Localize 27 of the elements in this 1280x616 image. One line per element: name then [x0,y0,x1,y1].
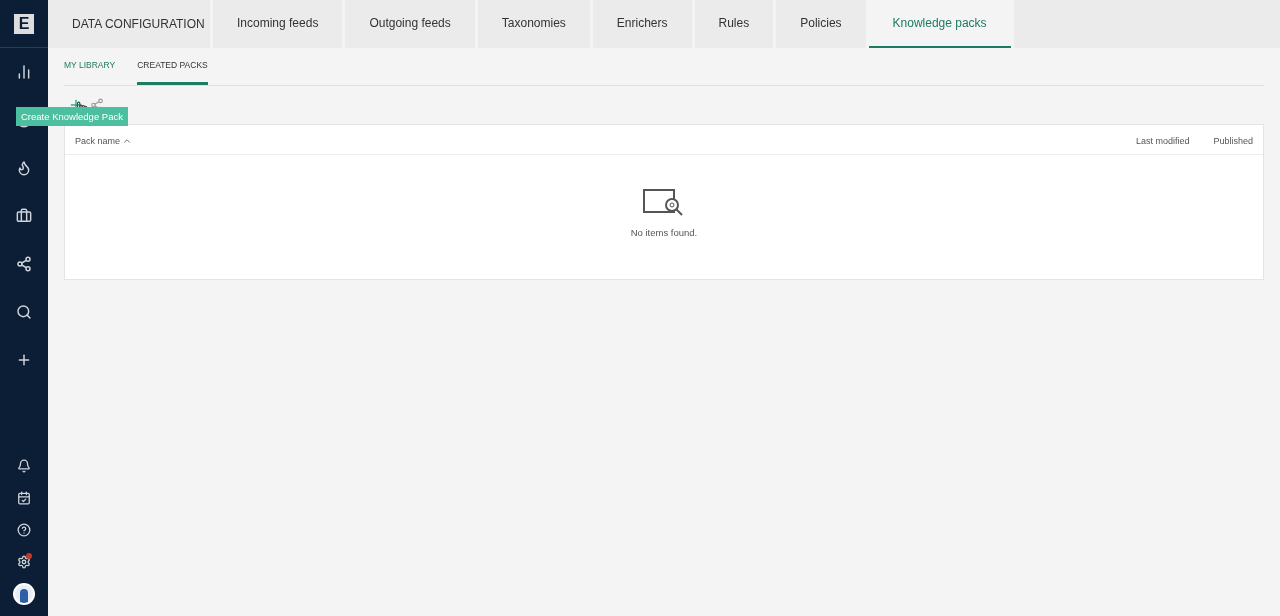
column-header[interactable]: Published [1213,136,1253,146]
column-header[interactable]: Last modified [1135,136,1190,146]
tooltip: Create Knowledge Pack [16,107,128,126]
graph-icon[interactable] [16,256,32,272]
column-header[interactable]: Pack name [75,136,121,146]
help-icon[interactable] [17,523,31,537]
subtab[interactable]: MY LIBRARY [64,48,116,85]
bar-chart-icon[interactable] [16,64,32,80]
empty-message: No items found. [630,227,698,238]
calendar-icon[interactable] [17,491,31,505]
tab[interactable]: Policies [776,0,866,48]
tab[interactable]: Rules [694,0,774,48]
logo[interactable]: E [14,13,34,34]
empty-search-icon [643,189,685,217]
plus-icon[interactable] [16,352,32,368]
bell-icon[interactable] [17,459,31,473]
subtab[interactable]: CREATED PACKS [137,48,208,85]
briefcase-icon[interactable] [16,208,32,224]
search-icon[interactable] [16,304,32,320]
tab[interactable]: Incoming feeds [213,0,343,48]
settings-icon[interactable] [17,555,31,569]
tab[interactable]: Enrichers [592,0,692,48]
section-title: DATA CONFIGURATION [48,0,210,48]
tab[interactable]: Taxonomies [477,0,590,48]
flame-icon[interactable] [16,160,32,176]
avatar[interactable] [13,583,35,605]
tab[interactable]: Outgoing feeds [345,0,475,48]
